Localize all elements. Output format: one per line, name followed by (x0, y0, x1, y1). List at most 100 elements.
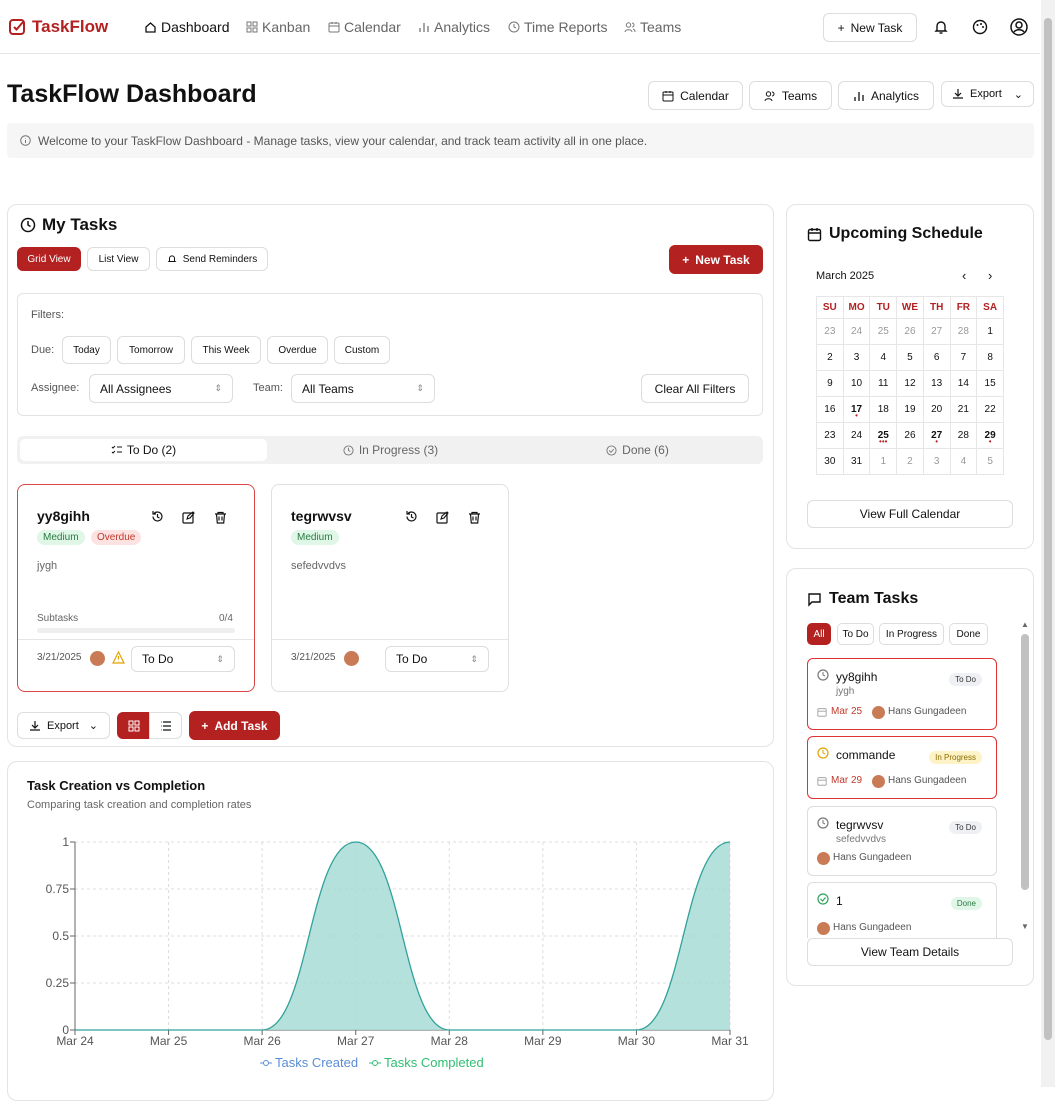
calendar-day[interactable]: 11 (869, 370, 898, 397)
calendar-day[interactable]: 2 (816, 344, 844, 371)
calendar-day[interactable]: 26 (896, 422, 924, 449)
view-full-calendar-button[interactable]: View Full Calendar (807, 500, 1013, 528)
due-custom-button[interactable]: Custom (334, 336, 390, 364)
calendar-day[interactable]: 3 (842, 344, 871, 371)
task-status-select[interactable]: To Do ⇕ (131, 646, 235, 672)
team-task-item[interactable]: tegrwvsv sefedvvdvs To Do Hans Gungadeen (807, 806, 997, 876)
nav-time-reports[interactable]: Time Reports (508, 19, 608, 35)
calendar-day[interactable]: 14 (949, 370, 978, 397)
due-today-button[interactable]: Today (62, 336, 111, 364)
nav-teams[interactable]: Teams (624, 19, 681, 35)
user-avatar-icon[interactable] (1010, 18, 1028, 36)
calendar-day[interactable]: 21 (949, 396, 978, 423)
calendar-day[interactable]: 2 (896, 448, 924, 475)
calendar-day[interactable]: 31 (842, 448, 871, 475)
calendar-day[interactable]: 23 (816, 422, 844, 449)
tab-in-progress[interactable]: In Progress (3) (267, 439, 514, 461)
history-icon[interactable] (151, 510, 164, 523)
header-export-button[interactable]: Export ⌄ (941, 81, 1034, 107)
trash-icon[interactable] (214, 511, 227, 524)
history-icon[interactable] (405, 510, 418, 523)
edit-icon[interactable] (182, 511, 195, 524)
calendar-day[interactable]: 6 (922, 344, 951, 371)
team-task-item[interactable]: 1 Done Hans Gungadeen (807, 882, 997, 938)
trash-icon[interactable] (468, 511, 481, 524)
list-toggle-button[interactable] (149, 712, 182, 739)
chevron-right-icon[interactable]: › (988, 268, 992, 283)
nav-calendar[interactable]: Calendar (328, 19, 401, 35)
tab-todo[interactable]: To Do (2) (20, 439, 267, 461)
calendar-day[interactable]: 4 (869, 344, 898, 371)
due-overdue-button[interactable]: Overdue (267, 336, 328, 364)
tab-done[interactable]: Done (6) (514, 439, 761, 461)
due-tomorrow-button[interactable]: Tomorrow (117, 336, 185, 364)
calendar-day[interactable]: 20 (922, 396, 951, 423)
header-analytics-button[interactable]: Analytics (838, 81, 934, 110)
palette-icon[interactable] (972, 19, 988, 35)
calendar-day[interactable]: 5 (976, 448, 1004, 475)
grid-toggle-button[interactable] (117, 712, 150, 739)
edit-icon[interactable] (436, 511, 449, 524)
calendar-day[interactable]: 10 (842, 370, 871, 397)
clear-filters-button[interactable]: Clear All Filters (641, 374, 749, 403)
calendar-day[interactable]: 28 (949, 318, 978, 345)
team-list-scrollbar[interactable]: ▲ ▼ (1019, 620, 1032, 934)
assignee-select[interactable]: All Assignees ⇕ (89, 374, 233, 403)
calendar-day[interactable]: 19 (896, 396, 924, 423)
calendar-day[interactable]: 26 (896, 318, 924, 345)
calendar-day[interactable]: 23 (816, 318, 844, 345)
team-filter-todo[interactable]: To Do (837, 623, 874, 645)
calendar-day[interactable]: 28 (949, 422, 978, 449)
calendar-day[interactable]: 1 (869, 448, 898, 475)
calendar-day[interactable]: 24 (842, 422, 871, 449)
due-this-week-button[interactable]: This Week (191, 336, 261, 364)
calendar-day[interactable]: 27 • (922, 422, 951, 449)
team-task-item[interactable]: commande In Progress Mar 29 Hans Gungade… (807, 736, 997, 799)
chevron-left-icon[interactable]: ‹ (962, 268, 966, 283)
new-task-button[interactable]: + New Task (823, 13, 917, 42)
bell-icon[interactable] (933, 19, 949, 35)
view-team-details-button[interactable]: View Team Details (807, 938, 1013, 966)
calendar-day[interactable]: 27 (922, 318, 951, 345)
page-scrollbar[interactable] (1041, 0, 1055, 1087)
calendar-day[interactable]: 7 (949, 344, 978, 371)
nav-dashboard[interactable]: Dashboard (144, 19, 230, 35)
calendar-day[interactable]: 9 (816, 370, 844, 397)
scrollbar-thumb[interactable] (1044, 18, 1052, 1040)
team-task-item[interactable]: yy8gihh jygh To Do Mar 25 Hans Gungadeen (807, 658, 997, 730)
calendar-day[interactable]: 16 (816, 396, 844, 423)
calendar-day[interactable]: 12 (896, 370, 924, 397)
header-calendar-button[interactable]: Calendar (648, 81, 743, 110)
brand[interactable]: TaskFlow (8, 17, 108, 37)
calendar-day[interactable]: 1 (976, 318, 1004, 345)
scroll-down-icon[interactable]: ▼ (1021, 922, 1029, 931)
calendar-day[interactable]: 24 (842, 318, 871, 345)
send-reminders-button[interactable]: Send Reminders (156, 247, 268, 271)
calendar-day[interactable]: 25 (869, 318, 898, 345)
add-task-button[interactable]: + Add Task (189, 711, 280, 740)
export-button[interactable]: Export ⌄ (17, 712, 110, 739)
calendar-day[interactable]: 17 • (842, 396, 871, 423)
calendar-day[interactable]: 15 (976, 370, 1004, 397)
calendar-day[interactable]: 5 (896, 344, 924, 371)
team-select[interactable]: All Teams ⇕ (291, 374, 435, 403)
nav-kanban[interactable]: Kanban (246, 19, 310, 35)
scrollbar-thumb[interactable] (1021, 634, 1029, 890)
calendar-day[interactable]: 4 (949, 448, 978, 475)
list-view-button[interactable]: List View (87, 247, 150, 271)
grid-view-button[interactable]: Grid View (17, 247, 81, 271)
calendar-day[interactable]: 8 (976, 344, 1004, 371)
calendar-day[interactable]: 18 (869, 396, 898, 423)
calendar-day[interactable]: 25 ••• (869, 422, 898, 449)
my-tasks-new-task-button[interactable]: + New Task (669, 245, 763, 274)
team-filter-done[interactable]: Done (949, 623, 988, 645)
calendar-day[interactable]: 29 • (976, 422, 1004, 449)
calendar-day[interactable]: 30 (816, 448, 844, 475)
team-filter-in-progress[interactable]: In Progress (879, 623, 944, 645)
nav-analytics[interactable]: Analytics (418, 19, 490, 35)
calendar-day[interactable]: 22 (976, 396, 1004, 423)
calendar-day[interactable]: 3 (922, 448, 951, 475)
team-filter-all[interactable]: All (807, 623, 831, 645)
scroll-up-icon[interactable]: ▲ (1021, 620, 1029, 629)
team-task-list[interactable]: yy8gihh jygh To Do Mar 25 Hans Gungadeen… (800, 652, 1020, 938)
